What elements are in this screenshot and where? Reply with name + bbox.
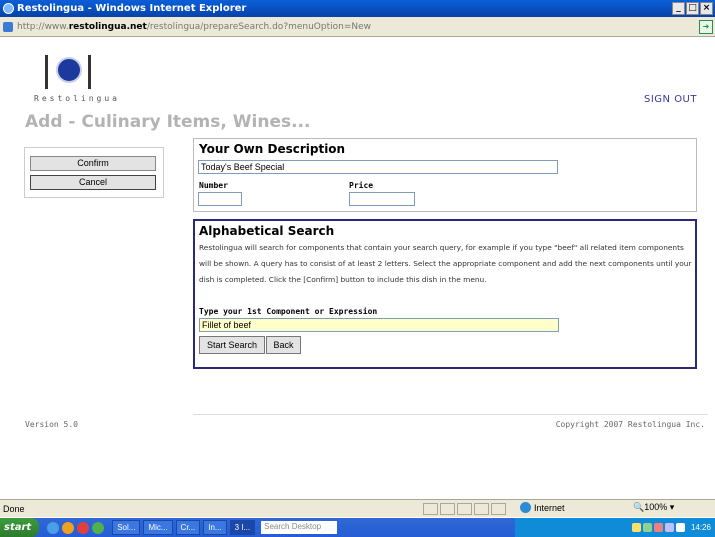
action-panel: Confirm Cancel [24, 147, 164, 198]
restolingua-logo [45, 55, 91, 89]
start-button[interactable]: start [0, 518, 40, 537]
tray-icon[interactable] [664, 523, 674, 532]
component-input[interactable]: Fillet of beef [199, 318, 559, 332]
status-cell [457, 503, 472, 515]
task-button[interactable]: Cr... [175, 520, 201, 535]
status-bar: Done Internet 🔍100% ▾ [0, 499, 715, 517]
status-cell [440, 503, 455, 515]
window-controls: _ □ × [672, 2, 713, 15]
search-heading: Alphabetical Search [199, 224, 335, 238]
quicklaunch-icon[interactable] [77, 521, 90, 534]
url-path: /restolingua/prepareSearch.do?menuOption… [146, 21, 372, 32]
quicklaunch-icon[interactable] [92, 521, 105, 534]
quick-launch [47, 521, 105, 534]
number-label: Number [199, 181, 228, 190]
task-button[interactable]: In... [203, 520, 227, 535]
status-cell [491, 503, 506, 515]
minimize-button[interactable]: _ [672, 2, 685, 15]
window-title: Restolingua - Windows Internet Explorer [17, 3, 247, 14]
close-button[interactable]: × [700, 2, 713, 15]
url-prefix: http://www. [17, 21, 69, 32]
status-cell [423, 503, 438, 515]
window-title-bar[interactable]: Restolingua - Windows Internet Explorer … [0, 0, 715, 17]
brand-name: Restolingua [34, 94, 120, 103]
page-content: Restolingua SIGN OUT Add - Culinary Item… [0, 38, 715, 498]
tray-icon[interactable] [675, 523, 685, 532]
security-zone[interactable]: Internet [520, 502, 565, 513]
tray-icon[interactable] [631, 523, 641, 532]
maximize-button[interactable]: □ [686, 2, 699, 15]
version-text: Version 5.0 [25, 420, 78, 429]
globe-icon [520, 502, 531, 513]
page-title: Add - Culinary Items, Wines... [25, 112, 311, 132]
component-label: Type your 1st Component or Expression [199, 307, 378, 316]
task-button[interactable]: Mic... [143, 520, 173, 535]
task-button[interactable]: Sol... [112, 520, 141, 535]
logo-knife-bar [45, 55, 48, 89]
price-label: Price [349, 181, 374, 190]
description-heading: Your Own Description [199, 142, 346, 156]
sign-out-link[interactable]: SIGN OUT [644, 94, 697, 105]
description-input[interactable]: Today's Beef Special [198, 160, 558, 174]
ie-icon [3, 3, 14, 14]
confirm-button[interactable]: Confirm [30, 156, 156, 171]
zone-label: Internet [534, 502, 565, 513]
page-icon [3, 21, 13, 32]
url-text[interactable]: http://www.restolingua.net/restolingua/p… [17, 22, 371, 32]
go-arrow-icon[interactable]: ➜ [699, 20, 713, 34]
description-panel: Your Own Description Today's Beef Specia… [193, 138, 697, 212]
alphabetical-search-panel: Alphabetical Search Restolingua will sea… [193, 219, 697, 369]
desktop-search-input[interactable]: Search Desktop [261, 521, 338, 534]
logo-eu-disc [56, 57, 82, 83]
zoom-level: 100% [644, 502, 668, 512]
copyright-text: Copyright 2007 Restolingua Inc. [555, 420, 705, 429]
price-input[interactable] [349, 192, 415, 206]
zoom-control[interactable]: 🔍100% ▾ [633, 502, 674, 513]
back-button[interactable]: Back [266, 336, 301, 354]
tray-icon[interactable] [653, 523, 663, 532]
clock: 14:26 [690, 523, 711, 532]
footer-divider [193, 414, 708, 415]
tray-icons [631, 523, 685, 532]
logo-fork-bar [88, 55, 91, 89]
url-domain: restolingua.net [68, 21, 147, 32]
status-cell [474, 503, 489, 515]
quicklaunch-icon[interactable] [47, 521, 60, 534]
task-buttons: Sol... Mic... Cr... In... 3 I... [112, 520, 256, 535]
start-search-button[interactable]: Start Search [199, 336, 265, 354]
search-help-text: Restolingua will search for components t… [199, 243, 692, 284]
quicklaunch-icon[interactable] [62, 521, 75, 534]
number-input[interactable] [198, 192, 242, 206]
cancel-button[interactable]: Cancel [30, 175, 156, 190]
address-bar[interactable]: http://www.restolingua.net/restolingua/p… [0, 17, 715, 37]
status-text: Done [3, 503, 25, 514]
status-cells [423, 503, 506, 515]
task-button-active[interactable]: 3 I... [229, 520, 256, 535]
system-tray: 14:26 [515, 518, 715, 537]
tray-icon[interactable] [642, 523, 652, 532]
taskbar: start Sol... Mic... Cr... In... 3 I... S… [0, 518, 715, 537]
